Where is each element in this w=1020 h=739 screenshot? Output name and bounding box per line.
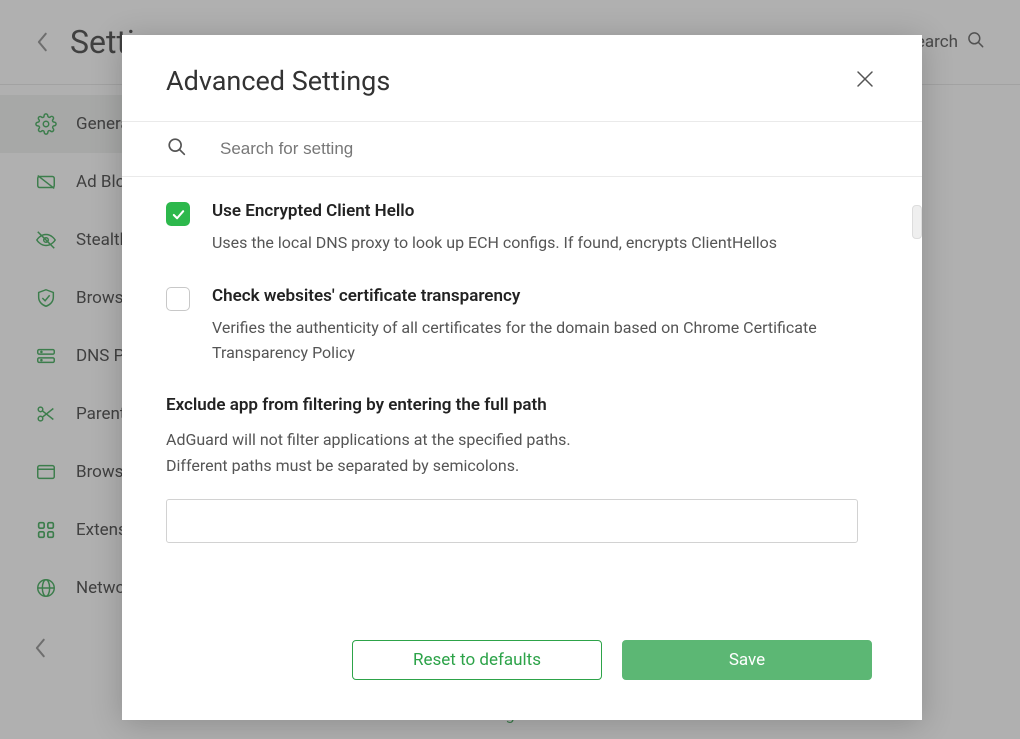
setting-title: Check websites' certificate transparency [212,286,878,306]
exclude-path-input[interactable] [166,499,858,543]
scrollbar-thumb[interactable] [912,205,922,239]
exclude-section-title: Exclude app from filtering by entering t… [166,395,878,415]
setting-title: Use Encrypted Client Hello [212,201,878,221]
setting-desc: Uses the local DNS proxy to look up ECH … [212,231,878,256]
exclude-section-desc: AdGuard will not filter applications at … [166,427,878,478]
modal-title: Advanced Settings [166,65,390,97]
setting-desc: Verifies the authenticity of all certifi… [212,316,878,366]
settings-search-input[interactable] [220,139,878,159]
close-icon[interactable] [856,70,878,92]
advanced-settings-modal: Advanced Settings Use Encrypted Client H… [122,35,922,720]
search-icon [166,136,188,162]
setting-row: Use Encrypted Client Hello Uses the local… [166,201,878,256]
reset-defaults-button[interactable]: Reset to defaults [352,640,602,680]
setting-checkbox[interactable] [166,202,190,226]
setting-checkbox[interactable] [166,287,190,311]
save-button[interactable]: Save [622,640,872,680]
setting-row: Check websites' certificate transparency… [166,286,878,366]
